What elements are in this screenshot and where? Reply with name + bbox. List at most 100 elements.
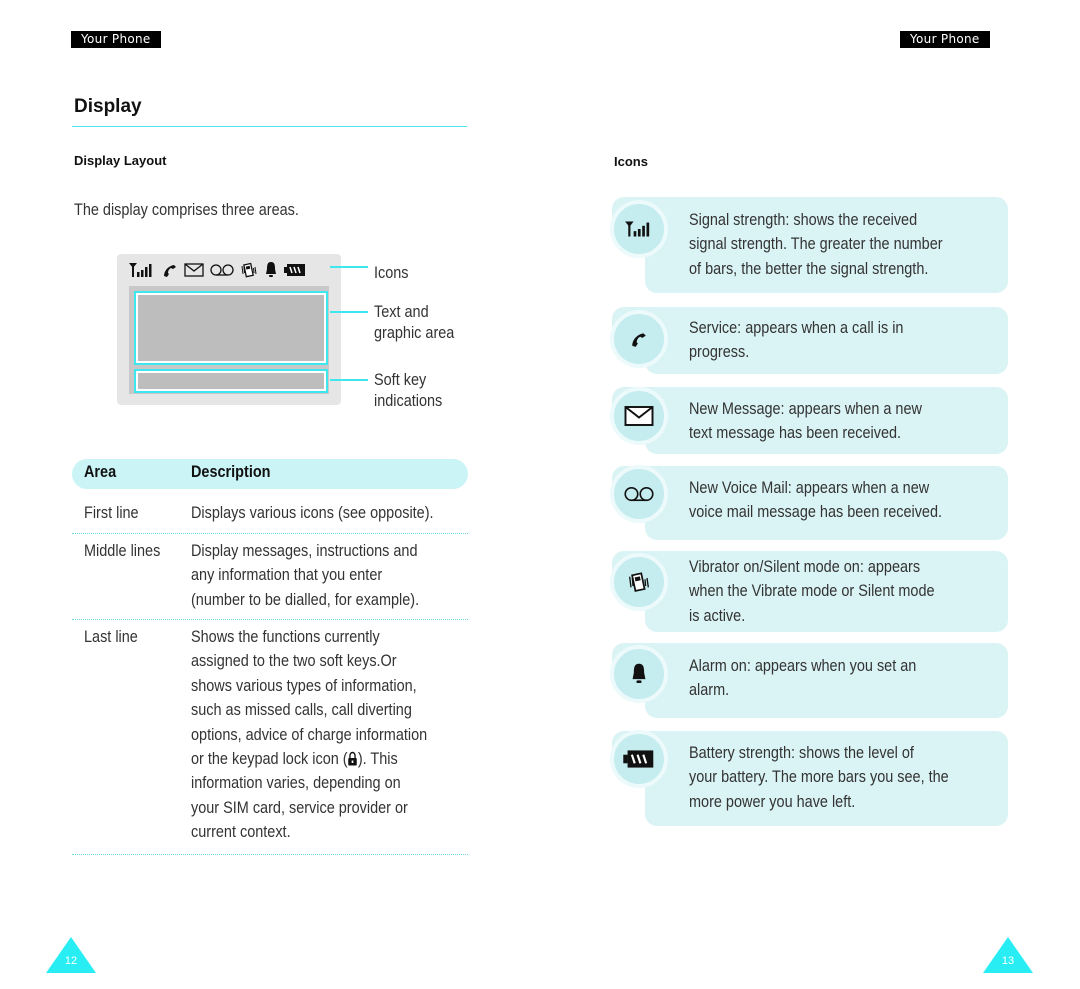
- table-row-description: Shows the functions currently assigned t…: [191, 625, 469, 845]
- column-header-description: Description: [191, 462, 285, 482]
- icon-desc-line: New Voice Mail: appears when a new: [689, 478, 930, 497]
- callout-text-area-line1: Text and: [374, 302, 429, 321]
- row-divider: [72, 533, 468, 534]
- battery-icon: [284, 264, 305, 276]
- row-desc-line: Display messages, instructions and: [191, 541, 418, 560]
- message-icon: [624, 406, 654, 426]
- icon-desc-line: of bars, the better the signal strength.: [689, 258, 929, 278]
- row-area-text: Middle lines: [84, 541, 161, 560]
- icon-desc-line: alarm.: [689, 680, 730, 700]
- icon-badge: [610, 730, 668, 788]
- icon-desc-line: your battery. The more bars you see, the: [689, 767, 949, 787]
- alarm-icon: [266, 262, 276, 277]
- icon-badge: [610, 387, 668, 445]
- row-desc-line: Displays various icons (see opposite).: [191, 503, 434, 522]
- page-title: Display: [74, 96, 142, 117]
- icon-description: New Voice Mail: appears when a new voice…: [689, 476, 987, 525]
- voicemail-icon: [624, 486, 654, 502]
- signal-icon: [625, 221, 650, 237]
- row-desc-line-with-lock: or the keypad lock icon ( ). This: [191, 747, 398, 771]
- title-rule: [72, 126, 467, 127]
- icon-desc-line: more power you have left.: [689, 791, 856, 811]
- icon-badge: [610, 310, 668, 368]
- callout-text-area: Text and graphic area: [374, 301, 469, 343]
- softkey-leader-line: [330, 379, 368, 381]
- icon-desc-line: Battery strength: shows the level of: [689, 743, 914, 762]
- voicemail-icon: [210, 264, 234, 276]
- table-row-area: Last line: [84, 627, 147, 647]
- icons-leader-line: [330, 266, 368, 268]
- message-icon: [184, 263, 204, 277]
- callout-softkey: Soft key indications: [374, 369, 454, 411]
- softkey-indication-area: [134, 369, 328, 393]
- callout-softkey-line1: Soft key: [374, 370, 427, 389]
- intro-text: The display comprises three areas.: [74, 200, 339, 220]
- row-desc-line: information varies, depending on: [191, 773, 401, 793]
- row-desc-line: options, advice of charge information: [191, 724, 428, 744]
- column-header-area-text: Area: [84, 462, 117, 481]
- row-desc-line: assigned to the two soft keys.Or: [191, 651, 397, 671]
- section-tag-left: Your Phone: [71, 31, 161, 48]
- row-desc-line: any information that you enter: [191, 565, 383, 585]
- alarm-icon: [632, 663, 646, 683]
- intro-text-content: The display comprises three areas.: [74, 200, 299, 219]
- column-header-area: Area: [84, 462, 122, 482]
- icon-badge: [610, 553, 668, 611]
- callout-icons: Icons: [374, 262, 415, 283]
- battery-icon: [623, 750, 654, 768]
- status-icon-row: [128, 259, 306, 281]
- icon-desc-line: Service: appears when a call is in: [689, 318, 904, 337]
- section-heading-display-layout: Display Layout: [74, 153, 167, 168]
- icon-desc-line: is active.: [689, 605, 746, 625]
- icon-badge: [610, 200, 668, 258]
- callout-icons-text: Icons: [374, 263, 409, 282]
- row-desc-line: your SIM card, service provider or: [191, 797, 408, 817]
- vibrate-icon: [241, 262, 257, 278]
- icon-desc-line: Alarm on: appears when you set an: [689, 656, 917, 675]
- icon-desc-line: text message has been received.: [689, 423, 902, 443]
- icon-description: Service: appears when a call is in progr…: [689, 316, 941, 365]
- section-tag-right: Your Phone: [900, 31, 990, 48]
- icon-desc-line: Vibrator on/Silent mode on: appears: [689, 557, 921, 576]
- row-desc-line: such as missed calls, call diverting: [191, 700, 412, 720]
- row-area-text: First line: [84, 503, 139, 522]
- table-row-description: Displays various icons (see opposite).: [191, 501, 476, 525]
- row-desc-fragment: ). This: [357, 749, 398, 769]
- icon-badge: [610, 465, 668, 523]
- row-desc-line: shows various types of information,: [191, 675, 417, 695]
- icon-desc-line: signal strength. The greater the number: [689, 234, 943, 254]
- section-heading-icons: Icons: [614, 154, 648, 169]
- table-row-description: Display messages, instructions and any i…: [191, 539, 459, 612]
- icon-desc-line: Signal strength: shows the received: [689, 210, 918, 229]
- text-graphic-area: [134, 291, 328, 365]
- callout-softkey-line2: indications: [374, 391, 443, 410]
- column-header-description-text: Description: [191, 462, 271, 481]
- keypad-lock-icon: [348, 751, 357, 766]
- row-divider: [72, 854, 468, 855]
- signal-icon: [129, 263, 152, 277]
- page-number-left: 12: [64, 955, 78, 967]
- call-icon: [632, 333, 646, 347]
- row-desc-line: current context.: [191, 822, 291, 842]
- callout-text-area-line2: graphic area: [374, 323, 455, 342]
- icon-desc-line: voice mail message has been received.: [689, 502, 943, 522]
- call-icon: [164, 265, 176, 277]
- row-desc-fragment: or the keypad lock icon (: [191, 749, 348, 769]
- row-area-text: Last line: [84, 627, 138, 646]
- vibrate-icon: [629, 572, 649, 592]
- icon-desc-line: New Message: appears when a new: [689, 399, 922, 418]
- table-row-area: First line: [84, 503, 148, 523]
- icon-description: New Message: appears when a new text mes…: [689, 397, 963, 446]
- icon-description: Signal strength: shows the received sign…: [689, 208, 987, 281]
- icon-description: Vibrator on/Silent mode on: appears when…: [689, 555, 978, 628]
- row-desc-line: (number to be dialled, for example).: [191, 589, 420, 609]
- icon-badge: [610, 645, 668, 703]
- row-divider: [72, 619, 468, 620]
- text-area-leader-line: [330, 311, 368, 313]
- row-desc-line: Shows the functions currently: [191, 627, 380, 646]
- icon-desc-line: progress.: [689, 342, 750, 362]
- page-number-right: 13: [1001, 955, 1015, 967]
- icon-desc-line: when the Vibrate mode or Silent mode: [689, 581, 935, 601]
- table-row-area: Middle lines: [84, 541, 174, 561]
- icon-description: Alarm on: appears when you set an alarm.: [689, 654, 956, 703]
